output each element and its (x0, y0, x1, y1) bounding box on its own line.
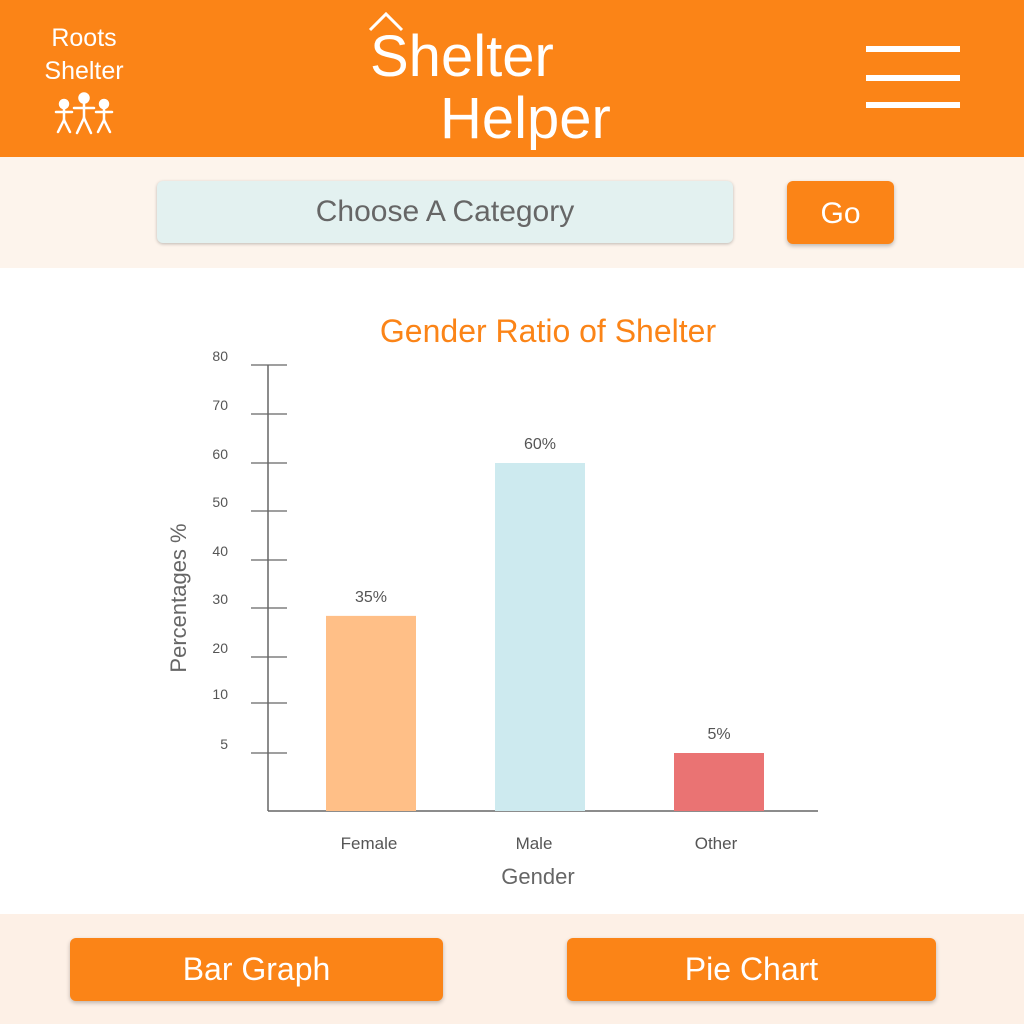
brand-name-line1: Roots (51, 24, 117, 52)
bar (495, 463, 585, 811)
category-select[interactable]: Choose A Category (157, 181, 733, 243)
bar-value-label: 5% (707, 726, 730, 743)
x-tick-label: Female (341, 834, 398, 853)
pie-chart-button[interactable]: Pie Chart (567, 938, 936, 1001)
bar (674, 753, 764, 811)
bar (326, 615, 416, 811)
y-tick-label: 80 (212, 348, 228, 364)
bar-value-label: 60% (524, 436, 556, 453)
app-header: Roots Shelter Shelter Helper (0, 0, 1024, 157)
y-tick-label: 70 (212, 397, 228, 413)
app-title-line1: Shelter (370, 24, 554, 89)
app-title-line2: Helper (440, 86, 611, 151)
menu-line (866, 102, 960, 108)
bar-graph-button[interactable]: Bar Graph (70, 938, 443, 1001)
y-tick-label: 20 (212, 640, 228, 656)
menu-line (866, 75, 960, 81)
x-tick-label: Other (695, 834, 738, 853)
chart-title: Gender Ratio of Shelter (380, 313, 717, 349)
brand-logo[interactable]: Roots Shelter (28, 22, 140, 136)
y-tick-label: 40 (212, 543, 228, 559)
y-tick-label: 50 (212, 494, 228, 510)
y-tick-label: 30 (212, 591, 228, 607)
bar-chart: Gender Ratio of Shelter Percentages % Ge… (166, 313, 818, 889)
hamburger-menu-icon[interactable] (866, 46, 960, 110)
y-tick-label: 60 (212, 446, 228, 462)
brand-name-line2: Shelter (44, 57, 124, 85)
menu-line (866, 46, 960, 52)
y-axis-label: Percentages % (166, 523, 191, 672)
chart-area: Gender Ratio of Shelter Percentages % Ge… (0, 268, 1024, 914)
go-button[interactable]: Go (787, 181, 894, 244)
x-axis-label: Gender (501, 864, 574, 889)
y-tick-label: 5 (220, 736, 228, 752)
y-tick-label: 10 (212, 686, 228, 702)
family-icon (54, 92, 114, 135)
x-tick-label: Male (516, 834, 553, 853)
bar-value-label: 35% (355, 589, 387, 606)
